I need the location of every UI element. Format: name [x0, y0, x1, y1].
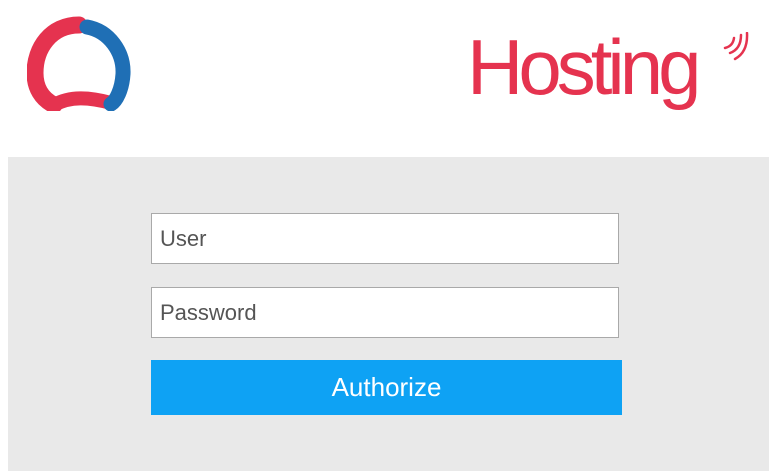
- brand-name: Hosting: [467, 23, 701, 111]
- login-page: Hosting Authorize: [0, 0, 769, 471]
- brand-logo: Hosting: [467, 22, 767, 132]
- header: Hosting: [0, 0, 769, 157]
- signal-waves-icon: [723, 32, 749, 61]
- authorize-button[interactable]: Authorize: [151, 360, 622, 415]
- login-panel: Authorize: [8, 157, 769, 471]
- password-input[interactable]: [151, 287, 619, 338]
- user-input[interactable]: [151, 213, 619, 264]
- ring-logo-icon: [27, 16, 131, 111]
